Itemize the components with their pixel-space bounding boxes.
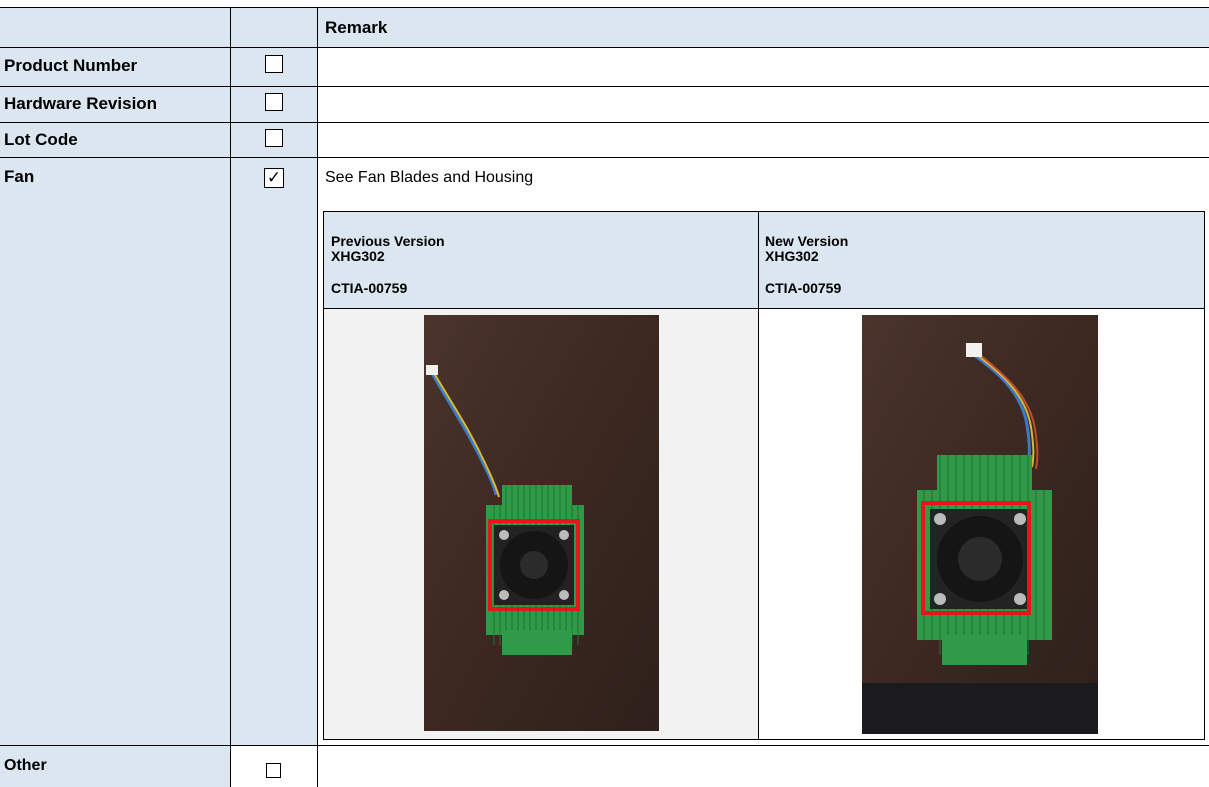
- row-label-product-number: Product Number: [4, 56, 138, 75]
- fan-comparison-table: Previous Version XHG302 CTIA-00759 New V…: [323, 211, 1205, 740]
- product-number-checkbox[interactable]: [265, 55, 283, 73]
- header-checkbox-cell: [231, 7, 318, 48]
- other-checkbox[interactable]: [266, 763, 281, 778]
- previous-version-model: XHG302: [331, 248, 385, 264]
- hardware-revision-checkbox[interactable]: [265, 93, 283, 111]
- new-fan-photo: [862, 315, 1098, 734]
- row-label-lot-code: Lot Code: [4, 130, 78, 149]
- previous-version-title: Previous Version: [331, 233, 445, 249]
- row-label-other: Other: [4, 757, 47, 774]
- remark-header: Remark: [325, 18, 388, 37]
- new-version-model: XHG302: [765, 248, 819, 264]
- checkmark-icon: ✓: [266, 168, 282, 187]
- new-version-code: CTIA-00759: [765, 280, 842, 296]
- label-column: [0, 48, 231, 745]
- lot-code-checkbox[interactable]: [265, 129, 283, 147]
- fan-checkbox[interactable]: ✓: [264, 168, 284, 188]
- row-label-hardware-revision: Hardware Revision: [4, 94, 158, 113]
- fan-remark: See Fan Blades and Housing: [325, 169, 534, 186]
- header-remark-cell: [318, 7, 1209, 48]
- previous-version-code: CTIA-00759: [331, 280, 408, 296]
- header-label-cell: [0, 7, 231, 48]
- checkbox-column: [231, 48, 318, 745]
- row-label-fan: Fan: [4, 167, 35, 186]
- new-version-title: New Version: [765, 233, 849, 249]
- previous-fan-photo: [424, 315, 659, 731]
